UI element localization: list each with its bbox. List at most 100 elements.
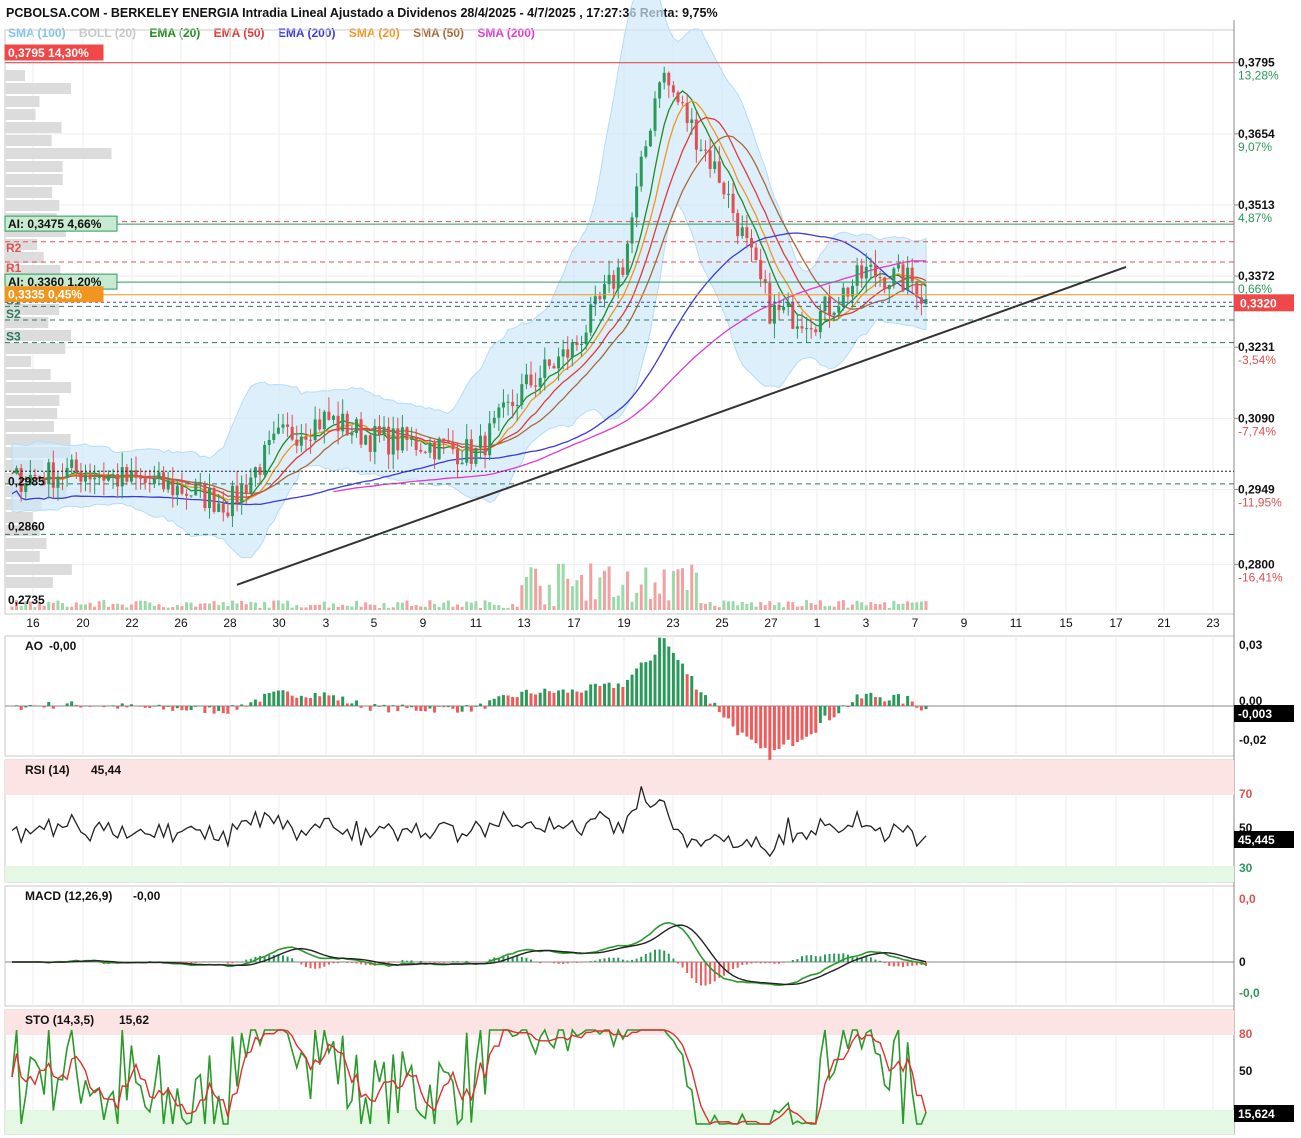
- candle-body: [350, 433, 354, 436]
- candle-body: [162, 472, 166, 490]
- price-tick-label: 0,3231: [1238, 340, 1275, 354]
- candle-body: [818, 311, 822, 333]
- x-tick-label: 17: [567, 616, 581, 630]
- volume-bar: [263, 601, 267, 610]
- volume-bar: [823, 606, 827, 610]
- candle-body: [860, 265, 864, 279]
- volume-bar: [148, 602, 152, 610]
- candle-body: [717, 161, 721, 183]
- volume-profile-bar: [5, 356, 32, 367]
- volume-bar: [414, 605, 418, 610]
- volume-bar: [869, 602, 873, 610]
- ao-label: AO: [25, 639, 43, 653]
- candle-body: [157, 472, 161, 480]
- volume-bar: [846, 607, 850, 610]
- price-tick-label: 0,3795: [1238, 56, 1275, 70]
- volume-bar: [97, 601, 101, 610]
- candle-body: [896, 264, 900, 269]
- candle-body: [515, 404, 519, 407]
- candle-body: [561, 349, 565, 357]
- x-tick-label: 25: [715, 616, 729, 630]
- volume-bar: [226, 606, 230, 610]
- volume-bar: [662, 569, 666, 610]
- macd-value: -0,00: [133, 889, 161, 903]
- x-tick-label: 11: [1010, 616, 1023, 630]
- volume-bar: [377, 607, 381, 610]
- candle-body: [671, 85, 675, 93]
- volume-bar: [359, 606, 363, 610]
- volume-bar: [658, 593, 662, 610]
- volume-bar: [456, 604, 460, 610]
- volume-bar: [534, 568, 538, 610]
- candle-body: [805, 328, 809, 330]
- volume-bar: [267, 607, 271, 610]
- price-tick-label: 0,2949: [1238, 482, 1275, 496]
- candle-body: [704, 149, 708, 151]
- volume-bar: [295, 605, 299, 610]
- candle-body: [240, 484, 244, 504]
- x-tick-label: 9: [420, 616, 427, 630]
- candle-body: [644, 146, 648, 157]
- volume-bar: [341, 604, 345, 610]
- volume-profile-bar: [5, 109, 36, 120]
- candle-body: [198, 483, 202, 485]
- candle-body: [359, 419, 363, 445]
- volume-bar: [212, 601, 216, 610]
- candle-body: [70, 459, 74, 468]
- volume-profile-bar: [5, 395, 60, 406]
- x-tick-label: 22: [125, 616, 139, 630]
- volume-bar: [116, 603, 120, 610]
- volume-bar: [736, 605, 740, 610]
- macd-line: [12, 921, 927, 986]
- candle-body: [272, 433, 276, 440]
- volume-bar: [612, 597, 616, 610]
- volume-bar: [166, 607, 170, 610]
- candle-body: [322, 411, 326, 430]
- volume-profile-bar: [5, 382, 72, 393]
- volume-bar: [336, 606, 340, 610]
- candle-body: [286, 424, 290, 427]
- volume-bar: [694, 572, 698, 610]
- volume-bar: [552, 606, 556, 610]
- sto-tick-80: 80: [1239, 1027, 1253, 1041]
- volume-bar: [465, 601, 469, 610]
- x-tick-label: 26: [174, 616, 188, 630]
- stock-chart[interactable]: 16 20 22 26 28 30 3 5 9 11 13 17 19 23 25 27 1 3 7 9 11 15 17 2…: [0, 0, 1301, 1138]
- ao-tick-label: 0,03: [1239, 638, 1263, 652]
- x-tick-label: 1: [814, 616, 821, 630]
- volume-bar: [111, 603, 115, 610]
- volume-bar: [309, 605, 313, 610]
- candle-body: [456, 449, 460, 465]
- volume-bar: [185, 602, 189, 610]
- volume-bar: [772, 605, 776, 610]
- candle-body: [364, 435, 368, 445]
- volume-profile-bar: [5, 161, 63, 172]
- candle-body: [400, 427, 404, 451]
- sto-label: STO (14,3,5): [25, 1013, 94, 1027]
- volume-bar: [244, 604, 248, 610]
- candle-body: [263, 444, 267, 475]
- candle-body: [249, 477, 253, 494]
- candle-body: [313, 419, 317, 441]
- candle-body: [492, 417, 496, 424]
- volume-bar: [139, 600, 143, 610]
- x-tick-label: 21: [1157, 616, 1171, 630]
- volume-bar: [217, 605, 221, 610]
- candle-body: [212, 488, 216, 512]
- rsi-line: [11, 786, 927, 858]
- volume-bar: [120, 604, 124, 610]
- candle-body: [111, 474, 115, 476]
- price-pct-label: -11,95%: [1238, 495, 1282, 509]
- candle-body: [837, 306, 841, 313]
- volume-profile-bar: [5, 122, 62, 133]
- volume-bar: [501, 607, 505, 610]
- volume-bar: [754, 606, 758, 610]
- x-tick-label: 23: [1206, 616, 1220, 630]
- candle-body: [226, 512, 230, 517]
- candle-body: [414, 436, 418, 450]
- volume-bar: [345, 605, 349, 610]
- volume-bar: [873, 603, 877, 610]
- candle-body: [194, 484, 198, 496]
- volume-bar: [602, 570, 606, 610]
- rsi-tick-30: 30: [1239, 861, 1253, 875]
